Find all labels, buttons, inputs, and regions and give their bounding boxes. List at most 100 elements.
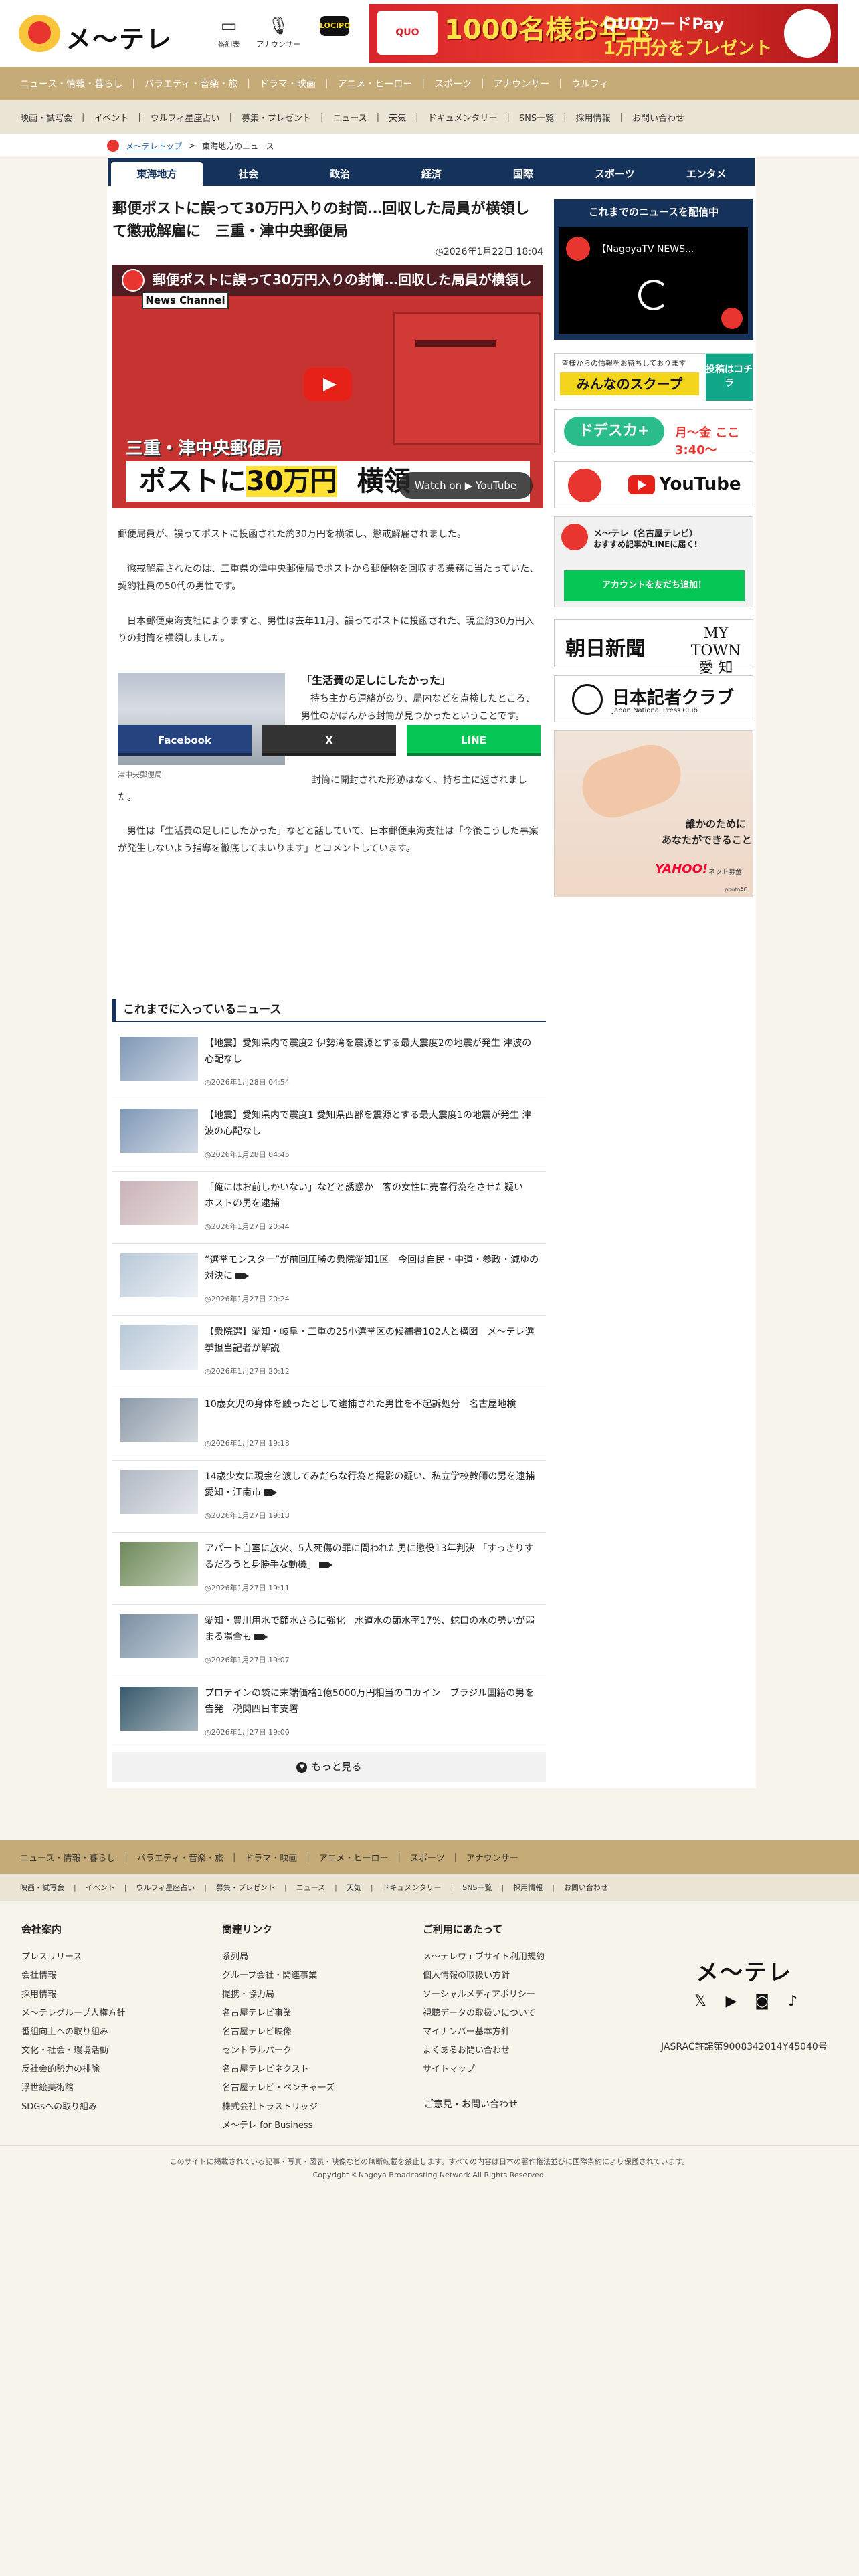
- footer-nav-item[interactable]: スポーツ: [401, 1851, 454, 1864]
- category-tab[interactable]: 東海地方: [111, 162, 203, 186]
- news-list-item[interactable]: 【衆院選】愛知・岐阜・三重の25小選挙区の候補者102人と構図 メ～テレ選挙担当…: [112, 1316, 546, 1388]
- footer-link[interactable]: ソーシャルメディアポリシー: [423, 1985, 545, 2004]
- share-facebook-button[interactable]: Facebook: [118, 725, 252, 756]
- footer-subnav-item[interactable]: お問い合わせ: [555, 1882, 617, 1893]
- nav-item[interactable]: ドラマ・映画: [250, 77, 325, 90]
- footer-link[interactable]: 名古屋テレビ・ベンチャーズ: [222, 2079, 335, 2098]
- footer-logo[interactable]: メ～テレ: [696, 1954, 792, 1987]
- news-list-item[interactable]: 「俺にはお前しかいない」などと誘惑か 客の女性に売春行為をさせた疑い ホストの男…: [112, 1172, 546, 1244]
- footer-link[interactable]: 視聴データの取扱いについて: [423, 2004, 545, 2023]
- play-button-icon[interactable]: [304, 368, 352, 401]
- footer-link[interactable]: 浮世絵美術館: [21, 2079, 125, 2098]
- footer-link[interactable]: メ～テレグループ人権方針: [21, 2004, 125, 2023]
- footer-subnav-item[interactable]: 天気: [337, 1882, 371, 1893]
- footer-link[interactable]: セントラルパーク: [222, 2042, 335, 2060]
- footer-link[interactable]: メ～テレ for Business: [222, 2117, 335, 2135]
- footer-link[interactable]: 採用情報: [21, 1985, 125, 2004]
- youtube-icon[interactable]: ▶: [723, 1993, 740, 2010]
- subnav-item[interactable]: ドキュメンタリー: [419, 111, 507, 124]
- yahoo-donation-banner[interactable]: 誰かのために あなたができること YAHOO! ネット募金 photoAC: [554, 730, 753, 897]
- footer-nav-item[interactable]: アニメ・ヒーロー: [310, 1851, 398, 1864]
- subnav-item[interactable]: 天気: [379, 111, 415, 124]
- footer-link[interactable]: プレスリリース: [21, 1948, 125, 1967]
- footer-link[interactable]: 個人情報の取扱い方針: [423, 1967, 545, 1985]
- footer-link[interactable]: グループ会社・関連事業: [222, 1967, 335, 1985]
- news-list-item[interactable]: 【地震】愛知県内で震度1 愛知県西部を震源とする最大震度1の地震が発生 津波の心…: [112, 1099, 546, 1172]
- nav-item[interactable]: ニュース・情報・暮らし: [20, 77, 132, 90]
- footer-nav-item[interactable]: アナウンサー: [457, 1851, 528, 1864]
- watch-on-youtube-button[interactable]: Watch on ▶ YouTube: [399, 472, 533, 499]
- footer-link[interactable]: SDGsへの取り組み: [21, 2098, 125, 2117]
- footer-link[interactable]: 文化・社会・環境活動: [21, 2042, 125, 2060]
- category-tab[interactable]: 政治: [294, 162, 386, 186]
- news-list-item[interactable]: 14歳少女に現金を渡してみだらな行為と撮影の疑い、私立学校教師の男を逮捕 愛知・…: [112, 1461, 546, 1533]
- footer-link[interactable]: サイトマップ: [423, 2060, 545, 2079]
- footer-link[interactable]: 名古屋テレビ事業: [222, 2004, 335, 2023]
- dodesuka-banner[interactable]: ドデスカ+ 月～金 ここ3:40～: [554, 409, 753, 457]
- announcer-link[interactable]: 🎙 アナウンサー: [252, 16, 305, 49]
- subnav-item[interactable]: SNS一覧: [510, 111, 563, 124]
- sidebar-live-video[interactable]: 【NagoyaTV NEWS...: [559, 227, 748, 334]
- footer-link[interactable]: 系列局: [222, 1948, 335, 1967]
- subnav-item[interactable]: 映画・試写会: [20, 111, 82, 124]
- footer-subnav-item[interactable]: イベント: [76, 1882, 124, 1893]
- category-tab[interactable]: 国際: [477, 162, 569, 186]
- footer-subnav-item[interactable]: ウルフィ星座占い: [126, 1882, 204, 1893]
- news-list-item[interactable]: 10歳女児の身体を触ったとして逮捕された男性を不起訴処分 名古屋地検 ◷2026年…: [112, 1388, 546, 1461]
- breadcrumb-home[interactable]: メ～テレトップ: [126, 140, 182, 152]
- news-list-item[interactable]: 愛知・豊川用水で節水さらに強化 水道水の節水率17%、蛇口の水の勢いが弱まる場合…: [112, 1605, 546, 1677]
- share-line-button[interactable]: LINE: [407, 725, 541, 756]
- program-guide-link[interactable]: ▭ 番組表: [202, 16, 256, 49]
- footer-link[interactable]: マイナンバー基本方針: [423, 2023, 545, 2042]
- footer-link[interactable]: 名古屋テレビネクスト: [222, 2060, 335, 2079]
- subnav-item[interactable]: 採用情報: [567, 111, 620, 124]
- footer-link[interactable]: 番組向上への取り組み: [21, 2023, 125, 2042]
- subnav-item[interactable]: ニュース: [323, 111, 376, 124]
- category-tab[interactable]: スポーツ: [569, 162, 660, 186]
- subnav-item[interactable]: イベント: [84, 111, 138, 124]
- footer-link[interactable]: よくあるお問い合わせ: [423, 2042, 545, 2060]
- news-list-item[interactable]: 【地震】愛知県内で震度2 伊勢湾を震源とする最大震度2の地震が発生 津波の心配な…: [112, 1027, 546, 1099]
- video-player[interactable]: 郵便ポストに誤って30万円入りの封筒…回収した局員が横領し News Chann…: [112, 265, 543, 508]
- scoop-banner[interactable]: 皆様からの情報をお待ちしております みんなのスクープ 投稿はコチラ: [554, 353, 753, 401]
- nav-item[interactable]: アニメ・ヒーロー: [328, 77, 422, 90]
- line-icon[interactable]: ◙: [753, 1993, 771, 2010]
- subnav-item[interactable]: 募集・プレゼント: [232, 111, 320, 124]
- locipo-link[interactable]: LOCIPO: [308, 16, 361, 39]
- site-logo[interactable]: メ～テレ: [19, 15, 199, 54]
- footer-subnav-item[interactable]: 採用情報: [504, 1882, 552, 1893]
- news-list-item[interactable]: “選挙モンスター”が前回圧勝の衆院愛知1区 今回は自民・中道・参政・減ゆの対決に…: [112, 1244, 546, 1316]
- category-tab[interactable]: エンタメ: [660, 162, 752, 186]
- x-icon[interactable]: 𝕏: [692, 1993, 709, 2010]
- footer-contact-link[interactable]: ご意見・お問い合わせ: [424, 2097, 518, 2111]
- nav-item[interactable]: バラエティ・音楽・旅: [135, 77, 247, 90]
- promo-banner[interactable]: QUO 1000名様お年玉 QUOカードPay 1万円分をプレゼント: [369, 4, 838, 63]
- footer-link[interactable]: 会社情報: [21, 1967, 125, 1985]
- line-banner[interactable]: メ～テレ（名古屋テレビ） おすすめ記事がLINEに届く! アカウントを友だち追加…: [554, 516, 753, 607]
- subnav-item[interactable]: お問い合わせ: [623, 111, 694, 124]
- youtube-banner[interactable]: YouTube: [554, 461, 753, 508]
- more-button[interactable]: ▼ もっと見る: [112, 1752, 546, 1782]
- nav-item[interactable]: アナウンサー: [484, 77, 559, 90]
- nav-item[interactable]: スポーツ: [425, 77, 481, 90]
- footer-subnav-item[interactable]: 募集・プレゼント: [207, 1882, 284, 1893]
- footer-nav-item[interactable]: ニュース・情報・暮らし: [20, 1851, 124, 1864]
- category-tab[interactable]: 社会: [203, 162, 294, 186]
- asahi-banner[interactable]: 朝日新聞 MY TOWN 愛 知: [554, 619, 753, 677]
- category-tab[interactable]: 経済: [386, 162, 478, 186]
- footer-subnav-item[interactable]: ニュース: [287, 1882, 335, 1893]
- footer-link[interactable]: 名古屋テレビ映像: [222, 2023, 335, 2042]
- footer-subnav-item[interactable]: SNS一覧: [453, 1882, 501, 1893]
- nav-item[interactable]: ウルフィ: [562, 77, 618, 90]
- footer-link[interactable]: 提携・協力局: [222, 1985, 335, 2004]
- tiktok-icon[interactable]: ♪: [784, 1993, 801, 2010]
- footer-link[interactable]: 株式会社トラストリッジ: [222, 2098, 335, 2117]
- news-list-item[interactable]: プロテインの袋に末端価格1億5000万円相当のコカイン ブラジル国籍の男を告発 …: [112, 1677, 546, 1749]
- footer-subnav-item[interactable]: 映画・試写会: [20, 1882, 74, 1893]
- subnav-item[interactable]: ウルフィ星座占い: [141, 111, 229, 124]
- share-x-button[interactable]: X: [262, 725, 396, 756]
- footer-link[interactable]: メ～テレウェブサイト利用規約: [423, 1948, 545, 1967]
- press-club-banner[interactable]: 日本記者クラブ Japan National Press Club: [554, 675, 753, 722]
- footer-nav-item[interactable]: ドラマ・映画: [235, 1851, 306, 1864]
- footer-subnav-item[interactable]: ドキュメンタリー: [373, 1882, 451, 1893]
